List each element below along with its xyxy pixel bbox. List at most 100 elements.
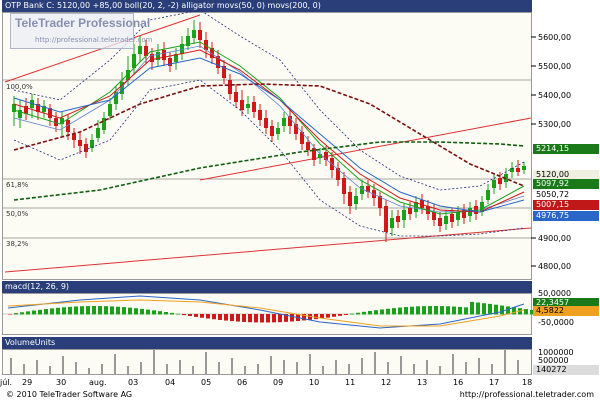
volume-bar — [257, 364, 259, 374]
volume-bar — [270, 356, 272, 374]
volume-bar — [361, 358, 363, 374]
macd-histogram-bar — [476, 302, 480, 315]
x-label: aug. — [89, 378, 107, 387]
volume-bar — [348, 364, 350, 374]
macd-histogram-bar — [20, 312, 24, 315]
candle-body — [432, 212, 436, 220]
macd-histogram-bar — [14, 313, 18, 315]
macd-histogram-bar — [206, 314, 210, 319]
candle-body — [96, 128, 100, 138]
candle-body — [234, 92, 238, 102]
macd-histogram-bar — [128, 307, 132, 315]
macd-histogram-bar — [74, 306, 78, 315]
macd-histogram-bar — [470, 301, 474, 315]
candle-body — [342, 178, 346, 194]
volume-bar — [387, 362, 389, 374]
bollinger-middle — [13, 45, 525, 213]
volume-bar — [23, 364, 25, 374]
macd-histogram-bar — [404, 307, 408, 315]
candle-body — [360, 186, 364, 194]
candle-body — [390, 218, 394, 228]
volume-bar — [439, 366, 441, 374]
candle-body — [486, 190, 490, 200]
volume-tick: 500000 — [538, 356, 569, 365]
x-label: 10 — [309, 378, 320, 387]
macd-histogram-bar — [314, 314, 318, 320]
volume-bar — [335, 360, 337, 374]
x-label: júl. — [0, 378, 13, 387]
macd-histogram-bar — [158, 311, 162, 315]
volume-bar — [192, 366, 194, 374]
price-tick: 5500,00 — [538, 62, 572, 71]
volume-bar — [88, 368, 90, 374]
macd-histogram-bar — [242, 314, 246, 322]
candle-body — [402, 210, 406, 220]
price-tick: 4900,00 — [538, 234, 572, 243]
price-tick: 5600,00 — [538, 33, 572, 42]
macd-histogram-bar — [260, 314, 264, 323]
volume-bar — [504, 350, 506, 374]
footer-link[interactable]: http://professional.teletrader.com — [460, 390, 594, 399]
volume-bar — [309, 354, 311, 374]
macd-histogram-bar — [482, 303, 486, 315]
volume-bar — [75, 362, 77, 374]
bollinger-lower — [13, 79, 525, 237]
macd-histogram-bar — [164, 311, 168, 315]
candle-body — [348, 192, 352, 206]
volume-bar — [452, 354, 454, 374]
macd-histogram-bar — [512, 307, 516, 315]
candle-body — [516, 168, 520, 172]
price-flag-mov200: 5214,15 — [533, 144, 599, 154]
candle-body — [444, 216, 448, 224]
x-label: 06 — [237, 378, 248, 387]
macd-histogram-bar — [146, 309, 150, 315]
macd-histogram-bar — [32, 310, 36, 315]
logo-title: TeleTrader Professional — [15, 16, 151, 30]
candle-body — [138, 46, 142, 54]
volume-bar — [140, 362, 142, 374]
volume-bar — [127, 366, 129, 374]
volume-flag: 140272 — [533, 365, 599, 375]
candle-body — [108, 104, 112, 116]
x-label: 29 — [22, 378, 33, 387]
macd-histogram-bar — [50, 308, 54, 315]
macd-histogram-bar — [380, 309, 384, 315]
volume-bar — [166, 364, 168, 374]
volume-bar — [10, 358, 12, 374]
x-label: 05 — [201, 378, 212, 387]
macd-histogram-bar — [236, 314, 240, 322]
chart-plot — [3, 9, 536, 374]
price-flag-white: 5050,72 — [533, 190, 599, 200]
price-tick: 5300,00 — [538, 120, 572, 129]
volume-bar — [478, 358, 480, 374]
chart-window: OTP Bank C: 5120,00 +85,00 boll(20, 2, -… — [0, 0, 600, 400]
volume-bar — [218, 362, 220, 374]
fib-label-618: 61,8% — [6, 181, 29, 189]
macd-histogram-bar — [500, 305, 504, 315]
macd-histogram-bar — [416, 306, 420, 315]
candle-body — [276, 128, 280, 134]
macd-histogram-bar — [422, 306, 426, 315]
macd-histogram-bar — [56, 307, 60, 315]
macd-flag-signal: 4,5822 — [533, 306, 599, 316]
macd-histogram-bar — [290, 314, 294, 322]
macd-histogram-bar — [344, 314, 348, 315]
macd-tick: 50,0000 — [538, 289, 572, 298]
macd-histogram-bar — [140, 308, 144, 315]
macd-histogram-bar — [488, 303, 492, 315]
candle-body — [354, 196, 358, 204]
macd-histogram-bar — [26, 311, 30, 315]
price-tick: 4800,00 — [538, 262, 572, 271]
volume-bar — [153, 350, 155, 374]
volume-bar — [244, 366, 246, 374]
x-label: 18 — [522, 378, 533, 387]
alligator-lips — [13, 41, 525, 215]
macd-histogram-bar — [440, 306, 444, 315]
trendline — [199, 117, 532, 181]
price-tick: 5400,00 — [538, 91, 572, 100]
macd-histogram-bar — [374, 310, 378, 315]
candle-body — [252, 102, 256, 112]
macd-histogram-bar — [116, 306, 120, 315]
candle-body — [522, 166, 526, 170]
volume-bar — [322, 366, 324, 374]
